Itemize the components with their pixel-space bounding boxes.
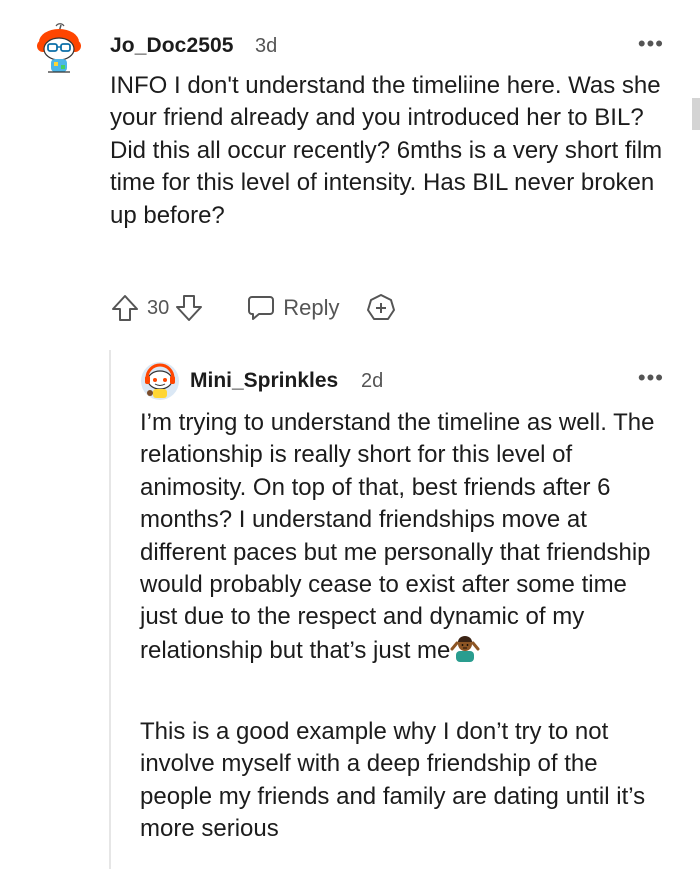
reply-body-paragraph: I’m trying to understand the timeline as… bbox=[140, 407, 670, 667]
more-options-icon[interactable]: ••• bbox=[638, 367, 664, 389]
reply-paragraph-text: I’m trying to understand the timeline as… bbox=[140, 409, 655, 664]
comment-timestamp: 3d bbox=[255, 35, 278, 57]
add-award-icon[interactable] bbox=[366, 293, 396, 323]
scrollbar-thumb[interactable] bbox=[692, 98, 700, 130]
comment-author[interactable]: Jo_Doc2505 bbox=[110, 34, 234, 58]
reply-avatar-icon[interactable] bbox=[140, 360, 180, 402]
vote-count: 30 bbox=[147, 296, 170, 319]
comment-body: INFO I don't understand the timeliine he… bbox=[110, 72, 663, 229]
speech-bubble-icon bbox=[248, 296, 275, 320]
user-avatar-icon[interactable] bbox=[34, 22, 84, 76]
thread-line[interactable] bbox=[109, 350, 111, 869]
comment-action-bar: 30 Reply bbox=[110, 288, 396, 328]
reply-label: Reply bbox=[283, 295, 340, 320]
more-options-icon[interactable]: ••• bbox=[638, 33, 664, 55]
reply-button[interactable]: Reply bbox=[246, 293, 340, 323]
downvote-icon[interactable] bbox=[174, 293, 204, 323]
reply-author[interactable]: Mini_Sprinkles bbox=[190, 369, 338, 393]
upvote-icon[interactable] bbox=[110, 293, 140, 323]
reply-body-paragraph-2: This is a good example why I don’t try t… bbox=[140, 718, 646, 843]
person-shrugging-emoji-icon bbox=[450, 635, 480, 662]
reply-timestamp: 2d bbox=[361, 370, 384, 392]
